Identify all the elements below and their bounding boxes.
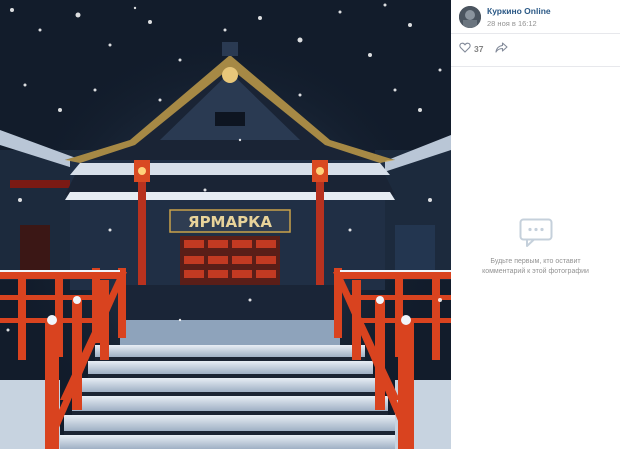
like-button[interactable]: 37 [459,40,483,58]
post-actions: 37 [459,40,509,58]
author-name-link[interactable]: Куркино Online [487,6,551,17]
speech-bubble-icon [519,218,553,252]
comments-empty-state: Будьте первым, кто оставит комментарий к… [451,218,620,277]
divider [451,66,620,67]
post-date[interactable]: 28 ноя в 16:12 [487,18,551,29]
divider [451,33,620,34]
post-author: Куркино Online 28 ноя в 16:12 [459,6,551,28]
like-count: 37 [474,44,484,54]
author-avatar[interactable] [459,6,481,28]
share-button[interactable] [495,40,509,58]
heart-icon [459,40,471,58]
photo-sign: ЯРМАРКА [188,213,272,231]
post-photo[interactable]: ЯРМАРКА [0,0,451,449]
empty-comments-text: Будьте первым, кто оставит комментарий к… [482,258,589,275]
post-info-panel: Куркино Online 28 ноя в 16:12 37 Будьте … [451,0,620,449]
share-arrow-icon [495,40,509,58]
